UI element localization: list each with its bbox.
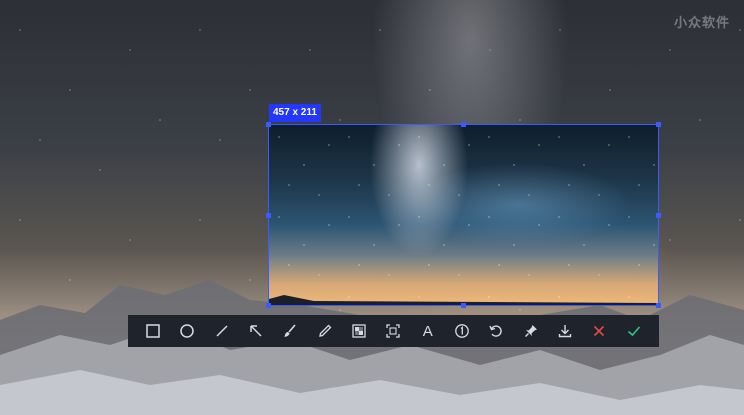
undo-button[interactable] <box>484 319 508 343</box>
watermark-text: 小众软件 <box>673 15 730 30</box>
selection-starfield <box>269 125 658 305</box>
arrow-icon <box>250 325 262 337</box>
ellipse-tool-button[interactable] <box>175 319 199 343</box>
pin-icon <box>524 325 537 337</box>
resize-handle-bottom-right[interactable] <box>656 303 661 308</box>
download-button[interactable] <box>553 319 577 343</box>
text-icon: A <box>422 322 433 340</box>
confirm-icon <box>627 326 640 337</box>
cancel-button[interactable] <box>587 319 611 343</box>
number-marker-icon <box>455 324 469 338</box>
brush-icon <box>284 324 297 337</box>
brush-tool-button[interactable] <box>278 319 302 343</box>
number-marker-tool-button[interactable] <box>450 319 474 343</box>
resize-handle-top-left[interactable] <box>266 122 271 127</box>
selection-size-label: 457 x 211 <box>269 104 321 122</box>
ocr-scan-tool-button[interactable] <box>381 319 405 343</box>
pencil-tool-button[interactable] <box>313 319 337 343</box>
arrow-tool-button[interactable] <box>244 319 268 343</box>
mosaic-tool-button[interactable] <box>347 319 371 343</box>
confirm-button[interactable] <box>622 319 646 343</box>
resize-handle-top-right[interactable] <box>656 122 661 127</box>
line-tool-button[interactable] <box>210 319 234 343</box>
mosaic-icon <box>352 324 366 338</box>
resize-handle-bottom-left[interactable] <box>266 303 271 308</box>
ocr-scan-icon <box>386 324 401 338</box>
resize-handle-left[interactable] <box>266 213 271 218</box>
resize-handle-top[interactable] <box>461 122 466 127</box>
screenshot-canvas: 小众软件 457 x 211 A <box>0 0 744 415</box>
rectangle-tool-button[interactable] <box>141 319 165 343</box>
pin-button[interactable] <box>519 319 543 343</box>
download-icon <box>558 325 572 338</box>
capture-selection-area[interactable] <box>268 124 659 306</box>
resize-handle-right[interactable] <box>656 213 661 218</box>
ellipse-icon <box>180 324 195 338</box>
rectangle-icon <box>146 324 160 338</box>
pencil-icon <box>318 324 332 337</box>
text-tool-button[interactable]: A <box>416 319 440 343</box>
annotation-toolbar: A <box>128 315 659 347</box>
cancel-icon <box>594 325 605 337</box>
line-icon <box>216 325 228 337</box>
resize-handle-bottom[interactable] <box>461 303 466 308</box>
undo-icon <box>489 325 503 337</box>
